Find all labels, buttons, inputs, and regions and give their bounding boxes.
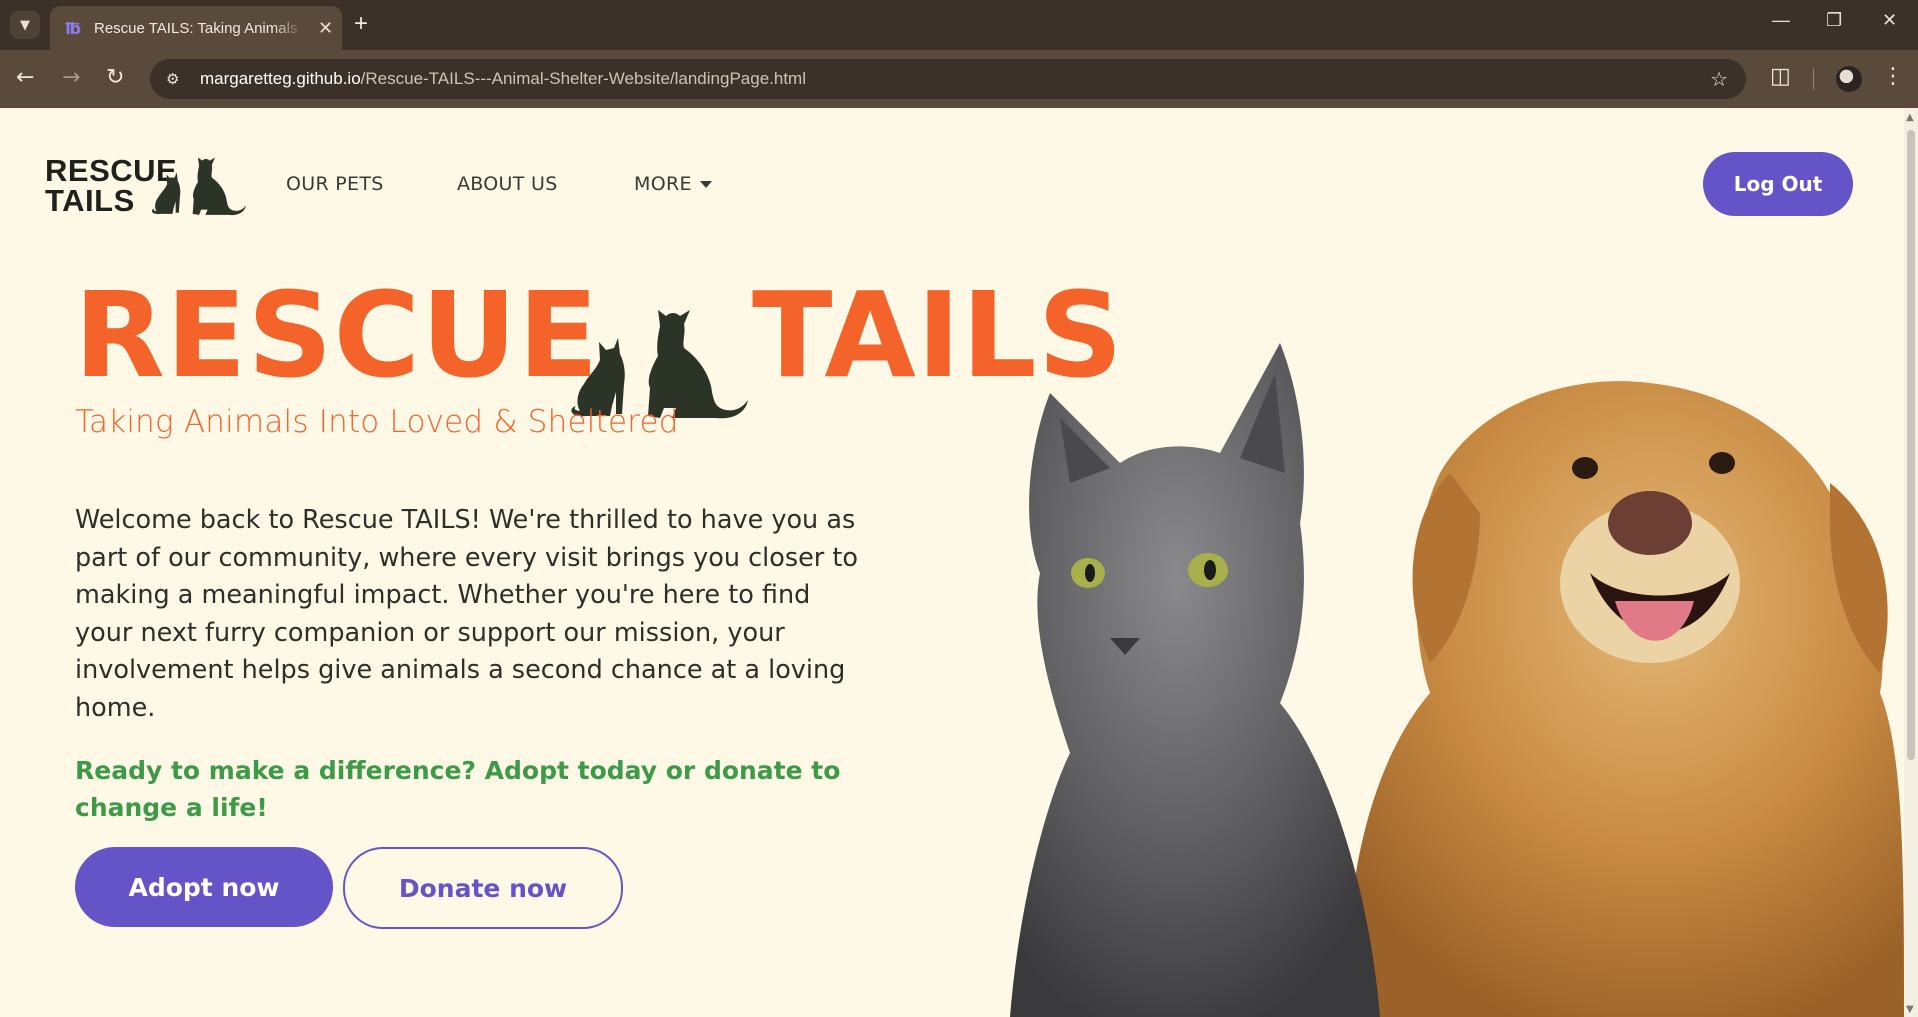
tab-title: Rescue TAILS: Taking Animals In	[94, 19, 304, 37]
back-arrow-icon[interactable]: ←	[16, 65, 34, 90]
cat-and-dog-logo-icon	[151, 157, 246, 216]
scrollbar-thumb[interactable]	[1907, 130, 1915, 760]
adopt-now-button[interactable]: Adopt now	[75, 847, 333, 927]
caret-down-icon	[699, 181, 712, 188]
tab-search-button[interactable]: ▼	[10, 11, 40, 39]
restore-window-button[interactable]: ❐	[1826, 10, 1842, 31]
page-viewport: RESCUE TAILS OUR PETS ABOUT US MORE Log …	[0, 108, 1904, 1017]
profile-avatar[interactable]	[1836, 66, 1862, 92]
hero-title-rescue: RESCUE	[74, 266, 600, 404]
reload-icon[interactable]: ↻	[106, 65, 124, 90]
scroll-down-arrow-icon[interactable]: ▼	[1906, 1004, 1914, 1015]
nav-more-label: MORE	[634, 173, 692, 195]
toolbar-divider	[1813, 68, 1814, 90]
forward-arrow-icon[interactable]: →	[62, 65, 80, 90]
welcome-paragraph: Welcome back to Rescue TAILS! We're thri…	[75, 505, 858, 723]
log-out-button[interactable]: Log Out	[1703, 152, 1853, 216]
extensions-puzzle-icon[interactable]: ◫	[1770, 64, 1791, 89]
url-text[interactable]: margaretteg.github.io/Rescue-TAILS---Ani…	[200, 69, 806, 89]
address-bar[interactable]: ⚙ margaretteg.github.io/Rescue-TAILS---A…	[150, 59, 1746, 99]
page-scrollbar[interactable]: ▲ ▼	[1904, 108, 1918, 1017]
site-info-icon[interactable]: ⚙	[166, 70, 188, 88]
browser-toolbar: ← → ↻ ⚙ margaretteg.github.io/Rescue-TAI…	[0, 50, 1918, 108]
minimize-window-button[interactable]: —	[1772, 10, 1790, 31]
cat-and-dog-photo	[1010, 343, 1904, 1017]
browser-tab[interactable]: ℔ Rescue TAILS: Taking Animals In ✕	[50, 6, 342, 50]
browser-menu-icon[interactable]: ⋮	[1882, 64, 1904, 89]
close-tab-icon[interactable]: ✕	[318, 18, 333, 39]
url-host: margaretteg.github.io	[200, 69, 361, 88]
cat-and-dog-silhouette-icon	[571, 310, 748, 419]
close-window-button[interactable]: ✕	[1882, 10, 1897, 31]
site-favicon-icon: ℔	[65, 18, 81, 38]
browser-tab-bar: ▼ ℔ Rescue TAILS: Taking Animals In ✕ + …	[0, 0, 1918, 50]
bookmark-star-icon[interactable]: ☆	[1710, 67, 1728, 91]
donate-now-button[interactable]: Donate now	[343, 847, 623, 929]
hero-tagline: Taking Animals Into Loved & Sheltered	[75, 404, 679, 440]
chevron-down-icon: ▼	[20, 17, 30, 33]
call-to-action-text: Ready to make a difference? Adopt today …	[75, 756, 841, 822]
url-path: /Rescue-TAILS---Animal-Shelter-Website/l…	[360, 69, 806, 88]
scroll-up-arrow-icon[interactable]: ▲	[1906, 112, 1914, 123]
nav-our-pets[interactable]: OUR PETS	[286, 173, 384, 195]
site-logo[interactable]: RESCUE TAILS	[45, 155, 246, 216]
nav-about-us[interactable]: ABOUT US	[457, 173, 558, 195]
new-tab-button[interactable]: +	[354, 10, 368, 38]
nav-more-dropdown[interactable]: MORE	[634, 173, 712, 195]
